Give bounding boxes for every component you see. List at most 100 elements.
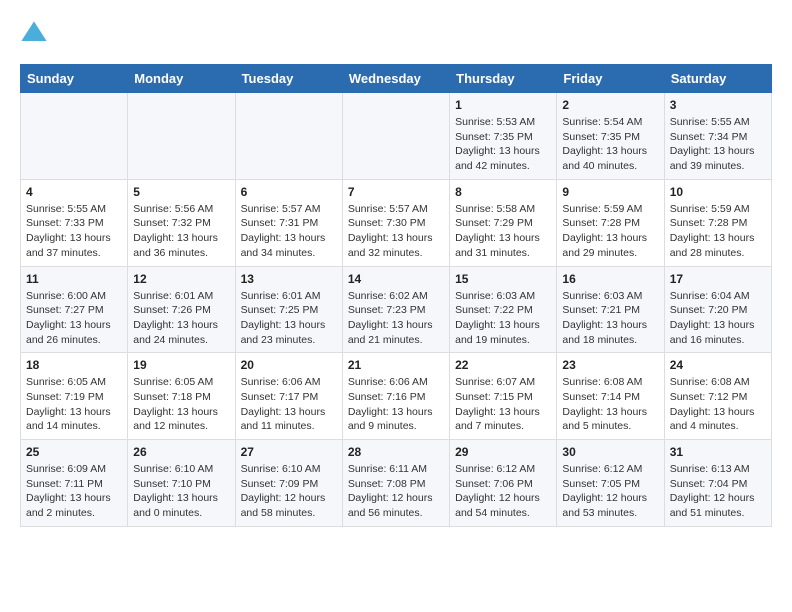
calendar-cell: 8 Sunrise: 5:58 AMSunset: 7:29 PMDaylight… <box>450 179 557 266</box>
calendar-cell: 29 Sunrise: 6:12 AMSunset: 7:06 PMDayligh… <box>450 440 557 527</box>
calendar-cell: 4 Sunrise: 5:55 AMSunset: 7:33 PMDaylight… <box>21 179 128 266</box>
calendar-cell: 18 Sunrise: 6:05 AMSunset: 7:19 PMDayligh… <box>21 353 128 440</box>
day-number: 8 <box>455 185 551 199</box>
calendar-cell: 11 Sunrise: 6:00 AMSunset: 7:27 PMDayligh… <box>21 266 128 353</box>
day-number: 25 <box>26 445 122 459</box>
day-number: 29 <box>455 445 551 459</box>
day-info: Sunrise: 5:59 AMSunset: 7:28 PMDaylight:… <box>562 202 658 261</box>
day-info: Sunrise: 6:10 AMSunset: 7:09 PMDaylight:… <box>241 462 337 521</box>
day-info: Sunrise: 6:13 AMSunset: 7:04 PMDaylight:… <box>670 462 766 521</box>
calendar-cell: 25Sunrise: 6:09 AMSunset: 7:11 PMDayligh… <box>21 440 128 527</box>
day-info: Sunrise: 5:57 AMSunset: 7:30 PMDaylight:… <box>348 202 444 261</box>
day-number: 9 <box>562 185 658 199</box>
page-header <box>20 20 772 48</box>
day-info: Sunrise: 6:03 AMSunset: 7:22 PMDaylight:… <box>455 289 551 348</box>
day-info: Sunrise: 5:56 AMSunset: 7:32 PMDaylight:… <box>133 202 229 261</box>
day-number: 13 <box>241 272 337 286</box>
calendar-cell: 10 Sunrise: 5:59 AMSunset: 7:28 PMDayligh… <box>664 179 771 266</box>
day-info: Sunrise: 6:02 AMSunset: 7:23 PMDaylight:… <box>348 289 444 348</box>
day-number: 18 <box>26 358 122 372</box>
day-info: Sunrise: 6:08 AMSunset: 7:14 PMDaylight:… <box>562 375 658 434</box>
logo-icon <box>20 20 48 48</box>
calendar-week-1: 1Sunrise: 5:53 AMSunset: 7:35 PMDaylight… <box>21 93 772 180</box>
calendar-cell <box>21 93 128 180</box>
day-info: Sunrise: 5:55 AMSunset: 7:33 PMDaylight:… <box>26 202 122 261</box>
day-info: Sunrise: 6:01 AMSunset: 7:26 PMDaylight:… <box>133 289 229 348</box>
day-number: 6 <box>241 185 337 199</box>
day-number: 14 <box>348 272 444 286</box>
day-info: Sunrise: 5:54 AMSunset: 7:35 PMDaylight:… <box>562 115 658 174</box>
calendar-cell: 19Sunrise: 6:05 AMSunset: 7:18 PMDayligh… <box>128 353 235 440</box>
calendar-cell: 15 Sunrise: 6:03 AMSunset: 7:22 PMDayligh… <box>450 266 557 353</box>
calendar-cell <box>128 93 235 180</box>
day-info: Sunrise: 6:06 AMSunset: 7:16 PMDaylight:… <box>348 375 444 434</box>
day-info: Sunrise: 6:07 AMSunset: 7:15 PMDaylight:… <box>455 375 551 434</box>
day-number: 26 <box>133 445 229 459</box>
weekday-header-monday: Monday <box>128 65 235 93</box>
calendar-cell: 21Sunrise: 6:06 AMSunset: 7:16 PMDayligh… <box>342 353 449 440</box>
day-info: Sunrise: 6:04 AMSunset: 7:20 PMDaylight:… <box>670 289 766 348</box>
calendar-cell: 23Sunrise: 6:08 AMSunset: 7:14 PMDayligh… <box>557 353 664 440</box>
calendar-week-3: 11 Sunrise: 6:00 AMSunset: 7:27 PMDayligh… <box>21 266 772 353</box>
calendar-week-5: 25Sunrise: 6:09 AMSunset: 7:11 PMDayligh… <box>21 440 772 527</box>
day-info: Sunrise: 6:06 AMSunset: 7:17 PMDaylight:… <box>241 375 337 434</box>
day-info: Sunrise: 5:59 AMSunset: 7:28 PMDaylight:… <box>670 202 766 261</box>
calendar-week-4: 18 Sunrise: 6:05 AMSunset: 7:19 PMDayligh… <box>21 353 772 440</box>
day-info: Sunrise: 6:01 AMSunset: 7:25 PMDaylight:… <box>241 289 337 348</box>
day-info: Sunrise: 6:03 AMSunset: 7:21 PMDaylight:… <box>562 289 658 348</box>
logo <box>20 20 52 48</box>
day-number: 28 <box>348 445 444 459</box>
calendar-cell: 12 Sunrise: 6:01 AMSunset: 7:26 PMDayligh… <box>128 266 235 353</box>
calendar-cell: 27 Sunrise: 6:10 AMSunset: 7:09 PMDayligh… <box>235 440 342 527</box>
day-number: 7 <box>348 185 444 199</box>
day-number: 15 <box>455 272 551 286</box>
calendar-body: 1Sunrise: 5:53 AMSunset: 7:35 PMDaylight… <box>21 93 772 527</box>
calendar-cell <box>342 93 449 180</box>
day-info: Sunrise: 5:58 AMSunset: 7:29 PMDaylight:… <box>455 202 551 261</box>
day-info: Sunrise: 6:12 AMSunset: 7:06 PMDaylight:… <box>455 462 551 521</box>
day-info: Sunrise: 6:08 AMSunset: 7:12 PMDaylight:… <box>670 375 766 434</box>
day-info: Sunrise: 5:53 AMSunset: 7:35 PMDaylight:… <box>455 115 551 174</box>
calendar-table: SundayMondayTuesdayWednesdayThursdayFrid… <box>20 64 772 527</box>
day-number: 30 <box>562 445 658 459</box>
day-number: 17 <box>670 272 766 286</box>
calendar-week-2: 4 Sunrise: 5:55 AMSunset: 7:33 PMDaylight… <box>21 179 772 266</box>
weekday-header-tuesday: Tuesday <box>235 65 342 93</box>
day-info: Sunrise: 6:00 AMSunset: 7:27 PMDaylight:… <box>26 289 122 348</box>
weekday-header-thursday: Thursday <box>450 65 557 93</box>
calendar-cell: 3 Sunrise: 5:55 AMSunset: 7:34 PMDaylight… <box>664 93 771 180</box>
calendar-cell: 24 Sunrise: 6:08 AMSunset: 7:12 PMDayligh… <box>664 353 771 440</box>
weekday-header-wednesday: Wednesday <box>342 65 449 93</box>
day-info: Sunrise: 5:57 AMSunset: 7:31 PMDaylight:… <box>241 202 337 261</box>
calendar-cell: 2 Sunrise: 5:54 AMSunset: 7:35 PMDaylight… <box>557 93 664 180</box>
day-number: 11 <box>26 272 122 286</box>
calendar-cell: 22 Sunrise: 6:07 AMSunset: 7:15 PMDayligh… <box>450 353 557 440</box>
day-number: 2 <box>562 98 658 112</box>
day-number: 10 <box>670 185 766 199</box>
day-number: 22 <box>455 358 551 372</box>
calendar-cell: 7 Sunrise: 5:57 AMSunset: 7:30 PMDaylight… <box>342 179 449 266</box>
day-number: 24 <box>670 358 766 372</box>
weekday-header-friday: Friday <box>557 65 664 93</box>
day-number: 4 <box>26 185 122 199</box>
day-number: 31 <box>670 445 766 459</box>
calendar-cell <box>235 93 342 180</box>
header-row: SundayMondayTuesdayWednesdayThursdayFrid… <box>21 65 772 93</box>
weekday-header-saturday: Saturday <box>664 65 771 93</box>
day-info: Sunrise: 6:05 AMSunset: 7:18 PMDaylight:… <box>133 375 229 434</box>
day-number: 27 <box>241 445 337 459</box>
calendar-cell: 28Sunrise: 6:11 AMSunset: 7:08 PMDayligh… <box>342 440 449 527</box>
calendar-cell: 17 Sunrise: 6:04 AMSunset: 7:20 PMDayligh… <box>664 266 771 353</box>
day-number: 12 <box>133 272 229 286</box>
calendar-header: SundayMondayTuesdayWednesdayThursdayFrid… <box>21 65 772 93</box>
calendar-cell: 5 Sunrise: 5:56 AMSunset: 7:32 PMDaylight… <box>128 179 235 266</box>
day-info: Sunrise: 5:55 AMSunset: 7:34 PMDaylight:… <box>670 115 766 174</box>
day-number: 3 <box>670 98 766 112</box>
calendar-cell: 31 Sunrise: 6:13 AMSunset: 7:04 PMDayligh… <box>664 440 771 527</box>
day-info: Sunrise: 6:05 AMSunset: 7:19 PMDaylight:… <box>26 375 122 434</box>
weekday-header-sunday: Sunday <box>21 65 128 93</box>
day-number: 20 <box>241 358 337 372</box>
calendar-cell: 26Sunrise: 6:10 AMSunset: 7:10 PMDayligh… <box>128 440 235 527</box>
day-number: 5 <box>133 185 229 199</box>
calendar-cell: 14 Sunrise: 6:02 AMSunset: 7:23 PMDayligh… <box>342 266 449 353</box>
